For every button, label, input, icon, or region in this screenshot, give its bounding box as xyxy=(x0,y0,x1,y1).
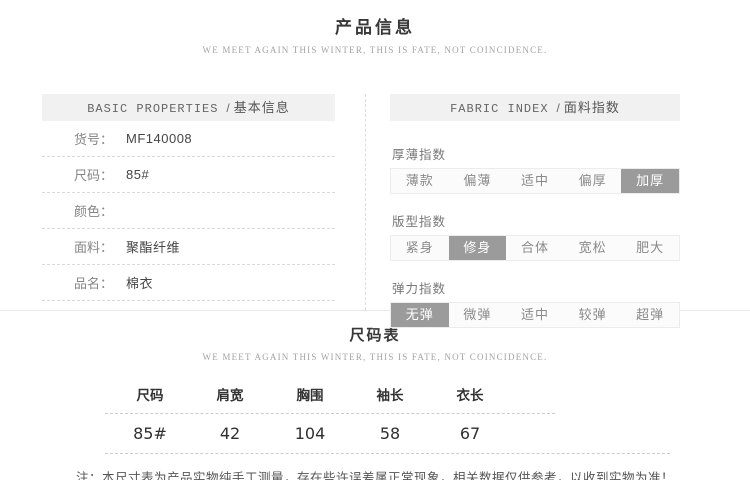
option-chip: 适中 xyxy=(506,169,564,193)
size-table: 尺码 肩宽 胸围 袖长 衣长 85# 42 104 58 67 xyxy=(105,384,670,454)
page-subtitle: WE MEET AGAIN THIS WINTER, THIS IS FATE,… xyxy=(0,45,750,55)
option-chip-selected: 修身 xyxy=(449,236,507,260)
property-row-size: 尺码： 85# xyxy=(42,157,335,193)
fit-options-bar: 紧身 修身 合体 宽松 肥大 xyxy=(390,235,680,261)
option-chip: 偏厚 xyxy=(564,169,622,193)
property-value: 聚酯纤维 xyxy=(126,237,180,256)
property-label: 面料： xyxy=(74,237,126,256)
fit-index-label: 版型指数 xyxy=(392,211,680,230)
cell-shoulder: 42 xyxy=(190,424,270,443)
header-separator: / xyxy=(557,101,560,115)
column-header-shoulder: 肩宽 xyxy=(190,384,270,404)
cell-sleeve: 58 xyxy=(350,424,430,443)
option-chip: 薄款 xyxy=(391,169,449,193)
column-header-sleeve: 袖长 xyxy=(350,384,430,404)
option-chip: 超弹 xyxy=(621,303,679,327)
page-header: 产品信息 WE MEET AGAIN THIS WINTER, THIS IS … xyxy=(0,0,750,55)
fabric-index-header: FABRIC INDEX / 面料指数 xyxy=(390,94,680,121)
cell-size: 85# xyxy=(110,424,190,443)
option-chip: 微弹 xyxy=(449,303,507,327)
basic-properties-section: BASIC PROPERTIES / 基本信息 货号： MF140008 尺码： 8… xyxy=(42,94,335,301)
property-row-product-name: 品名： 棉衣 xyxy=(42,265,335,301)
option-chip: 肥大 xyxy=(621,236,679,260)
option-chip: 宽松 xyxy=(564,236,622,260)
property-label: 颜色： xyxy=(74,201,126,220)
size-chart-section: 尺码表 WE MEET AGAIN THIS WINTER, THIS IS F… xyxy=(0,311,750,480)
measurement-note: 注：本尺寸表为产品实物纯手工测量，存在些许误差属正常现象，相关数据仅供参考，以收… xyxy=(0,467,750,480)
property-label: 货号： xyxy=(74,129,126,148)
column-header-length: 衣长 xyxy=(430,384,510,404)
index-group-elasticity: 弹力指数 无弹 微弹 适中 较弹 超弹 xyxy=(390,278,680,328)
header-separator: / xyxy=(226,101,229,115)
option-chip-selected: 无弹 xyxy=(391,303,449,327)
property-label: 尺码： xyxy=(74,165,126,184)
elasticity-index-label: 弹力指数 xyxy=(392,278,680,297)
property-row-color: 颜色： xyxy=(42,193,335,229)
size-chart-subtitle: WE MEET AGAIN THIS WINTER, THIS IS FATE,… xyxy=(0,352,750,362)
fabric-index-header-en: FABRIC INDEX xyxy=(450,102,548,116)
index-group-fit: 版型指数 紧身 修身 合体 宽松 肥大 xyxy=(390,211,680,261)
thickness-index-label: 厚薄指数 xyxy=(392,144,680,163)
option-chip: 较弹 xyxy=(564,303,622,327)
fabric-index-section: FABRIC INDEX / 面料指数 厚薄指数 薄款 偏薄 适中 偏厚 加厚 版型… xyxy=(390,94,680,328)
property-value: 85# xyxy=(126,167,149,182)
option-chip: 合体 xyxy=(506,236,564,260)
thickness-options-bar: 薄款 偏薄 适中 偏厚 加厚 xyxy=(390,168,680,194)
size-table-data-row: 85# 42 104 58 67 xyxy=(105,414,555,443)
product-info-page: 产品信息 WE MEET AGAIN THIS WINTER, THIS IS … xyxy=(0,0,750,480)
property-label: 品名： xyxy=(74,273,126,292)
size-table-header-row: 尺码 肩宽 胸围 袖长 衣长 xyxy=(105,384,555,414)
vertical-divider xyxy=(365,94,366,310)
elasticity-options-bar: 无弹 微弹 适中 较弹 超弹 xyxy=(390,302,680,328)
property-row-item-number: 货号： MF140008 xyxy=(42,121,335,157)
page-title: 产品信息 xyxy=(0,13,750,38)
fabric-index-header-cn: 面料指数 xyxy=(564,100,620,115)
index-group-thickness: 厚薄指数 薄款 偏薄 适中 偏厚 加厚 xyxy=(390,144,680,194)
basic-properties-header-cn: 基本信息 xyxy=(234,100,290,115)
basic-properties-header: BASIC PROPERTIES / 基本信息 xyxy=(42,94,335,121)
column-header-bust: 胸围 xyxy=(270,384,350,404)
option-chip: 偏薄 xyxy=(449,169,507,193)
option-chip: 紧身 xyxy=(391,236,449,260)
option-chip-selected: 加厚 xyxy=(621,169,679,193)
property-row-fabric: 面料： 聚酯纤维 xyxy=(42,229,335,265)
basic-properties-header-en: BASIC PROPERTIES xyxy=(87,102,218,116)
cell-bust: 104 xyxy=(270,424,350,443)
property-value: 棉衣 xyxy=(126,273,153,292)
info-columns: BASIC PROPERTIES / 基本信息 货号： MF140008 尺码： 8… xyxy=(0,94,750,310)
option-chip: 适中 xyxy=(506,303,564,327)
property-value: MF140008 xyxy=(126,131,192,146)
column-header-size: 尺码 xyxy=(110,384,190,404)
cell-length: 67 xyxy=(430,424,510,443)
